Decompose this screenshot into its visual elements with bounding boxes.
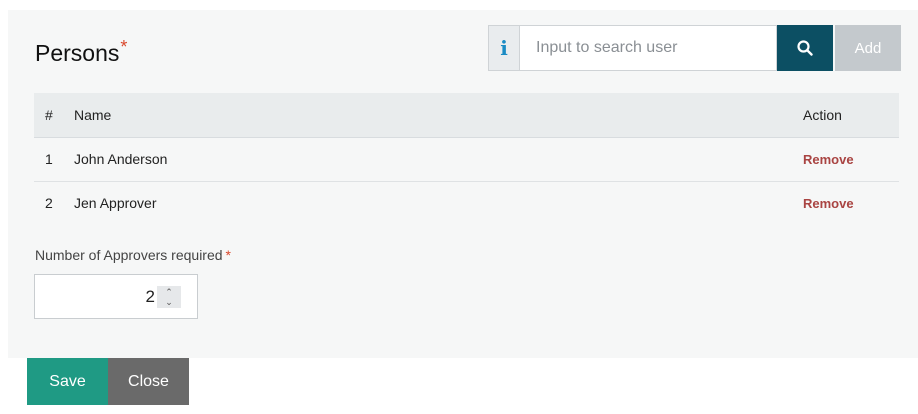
approvers-number-value: 2 (145, 287, 155, 306)
persons-table: # Name Action 1 John Anderson Remove 2 J… (34, 93, 899, 225)
required-marker: * (120, 37, 128, 57)
info-icon: i (500, 36, 508, 60)
table-row: 1 John Anderson Remove (34, 137, 899, 182)
save-button[interactable]: Save (27, 358, 108, 405)
table-header-row: # Name Action (34, 93, 899, 138)
approvers-number-input[interactable]: 2 ⌃ ⌄ (34, 274, 198, 319)
approvers-label: Number of Approvers required * (35, 247, 231, 263)
row-number: 2 (45, 195, 53, 212)
row-name: Jen Approver (74, 195, 157, 212)
title-text: Persons (35, 40, 120, 66)
header-action: Action (803, 93, 899, 138)
page-title: Persons* (35, 37, 128, 67)
chevron-up-icon[interactable]: ⌃ (165, 287, 173, 297)
row-number: 1 (34, 137, 74, 182)
quantity-stepper[interactable]: ⌃ ⌄ (157, 286, 181, 308)
search-icon (797, 40, 813, 56)
persons-panel: Persons* i Add # Name Action 1 John Ande… (8, 10, 918, 358)
remove-person-button[interactable]: Remove (803, 196, 854, 211)
remove-person-button[interactable]: Remove (803, 152, 854, 167)
search-user-input[interactable] (519, 25, 777, 71)
required-marker: * (225, 247, 231, 263)
header-name: Name (74, 93, 803, 138)
header-number: # (34, 93, 74, 138)
add-user-button[interactable]: Add (835, 25, 901, 71)
table-row: 2 Jen Approver Remove (34, 181, 899, 225)
search-button[interactable] (777, 25, 833, 71)
info-button[interactable]: i (488, 25, 519, 71)
row-name: John Anderson (74, 137, 803, 182)
chevron-down-icon[interactable]: ⌄ (165, 297, 173, 307)
user-search-group: i Add (488, 25, 901, 71)
close-button[interactable]: Close (108, 358, 189, 405)
approvers-label-text: Number of Approvers required (35, 247, 223, 263)
